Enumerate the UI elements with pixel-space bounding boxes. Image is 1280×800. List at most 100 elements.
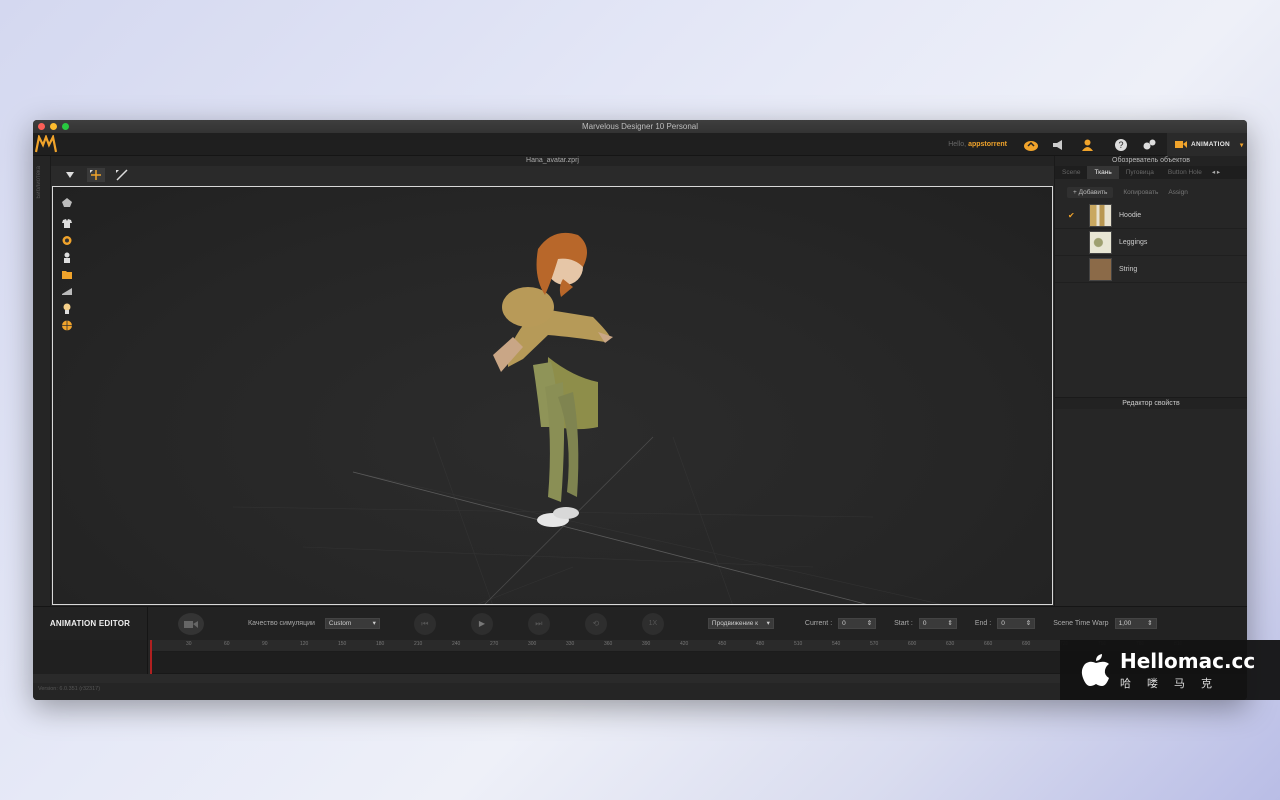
fabric-item-hoodie[interactable]: ✔ Hoodie xyxy=(1055,202,1247,229)
current-label: Current : xyxy=(804,620,833,627)
current-frame-input[interactable]: 0 ⇕ xyxy=(838,618,877,629)
motion-select[interactable]: Продвижение к ▾ xyxy=(707,618,774,629)
object-browser-panel: Обозреватель объектов Scene Ткань Пугови… xyxy=(1054,156,1247,606)
cloud-sync-icon[interactable] xyxy=(1021,135,1041,155)
3d-viewport[interactable] xyxy=(52,186,1053,605)
tab-button[interactable]: Пуговица xyxy=(1119,166,1161,179)
timeline-tick-label: 270 xyxy=(490,641,499,647)
viewport-sidebar xyxy=(59,195,74,332)
scale-tool-icon[interactable] xyxy=(113,168,131,182)
timeline-tick-label: 390 xyxy=(642,641,651,647)
version-label: Version: 6.0.351 (r32317) xyxy=(38,686,101,692)
time-warp-input[interactable]: 1,00 ⇕ xyxy=(1114,618,1157,629)
skip-to-end-button[interactable]: ⏭ xyxy=(527,612,550,635)
fabric-item-string[interactable]: String xyxy=(1055,256,1247,283)
hide-garment-icon[interactable] xyxy=(59,284,74,298)
timeline-tick-label: 600 xyxy=(908,641,917,647)
fabric-item-leggings[interactable]: Leggings xyxy=(1055,229,1247,256)
fold-arrangement-icon[interactable] xyxy=(59,233,74,247)
garment-tool-icon[interactable] xyxy=(59,216,74,230)
title-bar: Marvelous Designer 10 Personal xyxy=(33,120,1247,133)
video-camera-icon xyxy=(1175,141,1187,148)
property-editor-title: Редактор свойств xyxy=(1055,397,1247,409)
timeline-track-list xyxy=(33,640,148,675)
app-window: Marvelous Designer 10 Personal Hello, ap… xyxy=(33,120,1247,700)
chevron-down-icon: ▾ xyxy=(1240,141,1244,149)
fabric-toolbar: + Добавить Копировать Assign xyxy=(1055,182,1247,202)
object-browser-tabs: Scene Ткань Пуговица Button Hole ◂ ▸ xyxy=(1055,166,1247,179)
play-button[interactable]: ▶ xyxy=(470,612,493,635)
start-frame-input[interactable]: 0 ⇕ xyxy=(918,618,957,629)
speed-button[interactable]: 1X xyxy=(641,612,664,635)
user-icon[interactable] xyxy=(1077,135,1097,155)
timeline-tick-label: 570 xyxy=(870,641,879,647)
add-fabric-button[interactable]: + Добавить xyxy=(1067,186,1114,198)
timeline-tick-label: 330 xyxy=(566,641,575,647)
viewport-toolbar xyxy=(51,166,1054,184)
watermark-brand: Hellomac.cc xyxy=(1120,649,1256,673)
timeline-tick-label: 150 xyxy=(338,641,347,647)
quality-select[interactable]: Custom ▾ xyxy=(324,618,380,629)
tab-scroll-arrows[interactable]: ◂ ▸ xyxy=(1209,166,1223,179)
loop-button[interactable]: ⟲ xyxy=(584,612,607,635)
svg-text:?: ? xyxy=(1118,140,1123,150)
import-tool-icon[interactable] xyxy=(61,168,79,182)
avatar-display-icon[interactable] xyxy=(59,301,74,315)
timeline-tick-label: 360 xyxy=(604,641,613,647)
timeline-tick-label: 540 xyxy=(832,641,841,647)
app-logo-icon xyxy=(33,133,59,156)
fabric-thumbnail xyxy=(1089,257,1112,281)
timeline-tick-label: 300 xyxy=(528,641,537,647)
copy-fabric-button[interactable]: Копировать xyxy=(1123,189,1158,196)
timeline-tick-label: 210 xyxy=(414,641,423,647)
notice-icon[interactable] xyxy=(1049,135,1069,155)
window-title: Marvelous Designer 10 Personal xyxy=(581,122,699,131)
timeline-tick-label: 240 xyxy=(452,641,461,647)
end-frame-input[interactable]: 0 ⇕ xyxy=(997,618,1036,629)
assign-fabric-button[interactable]: Assign xyxy=(1168,189,1188,196)
timeline-tick-label: 690 xyxy=(1022,641,1031,647)
record-camera-icon[interactable] xyxy=(178,612,204,635)
animation-editor-title: ANIMATION EDITOR xyxy=(33,607,148,640)
timeline-tick-label: 630 xyxy=(946,641,955,647)
globe-icon[interactable] xyxy=(59,318,74,332)
timeline-tick-label: 480 xyxy=(756,641,765,647)
viewport-scene xyxy=(232,232,942,604)
start-label: Start : xyxy=(894,620,913,627)
skip-to-start-button[interactable]: ⏮ xyxy=(413,612,436,635)
move-tool-icon[interactable] xyxy=(87,168,105,182)
animation-mode-button[interactable]: ANIMATION ▾ xyxy=(1167,133,1247,156)
quality-label: Качество симуляции xyxy=(248,620,315,627)
settings-icon[interactable] xyxy=(1139,135,1159,155)
watermark-sub: 哈喽马克 xyxy=(1120,678,1228,690)
timeline-tick-label: 510 xyxy=(794,641,803,647)
app-toolbar: Hello, appstorrent ? ANIMATION ▾ xyxy=(33,133,1247,156)
tab-scene[interactable]: Scene xyxy=(1055,166,1087,179)
viewport-file-name: Hana_avatar.zprj xyxy=(51,156,1054,166)
tab-fabric[interactable]: Ткань xyxy=(1087,166,1119,179)
avatar-tool-icon[interactable] xyxy=(59,195,74,209)
watermark: Hellomac.cc 哈喽马克 xyxy=(1060,640,1280,700)
avatar-pose-icon[interactable] xyxy=(59,250,74,264)
end-label: End : xyxy=(974,620,992,627)
timeline-tick-label: 450 xyxy=(718,641,727,647)
apple-logo-icon xyxy=(1081,654,1109,686)
object-browser-title: Обозреватель объектов xyxy=(1055,156,1247,166)
timeline-tick-label: 60 xyxy=(224,641,230,647)
username: appstorrent xyxy=(968,141,1007,148)
timeline-tick-label: 420 xyxy=(680,641,689,647)
greeting: Hello, appstorrent xyxy=(948,141,1007,148)
timeline-tick-label: 30 xyxy=(186,641,192,647)
timeline-playhead[interactable] xyxy=(150,640,152,675)
check-icon: ✔ xyxy=(1068,210,1075,220)
timeline-tick-label: 120 xyxy=(300,641,309,647)
fabric-thumbnail xyxy=(1089,203,1112,227)
time-warp-label: Scene Time Warp xyxy=(1053,620,1109,627)
folder-icon[interactable] xyxy=(59,267,74,281)
tab-button-hole[interactable]: Button Hole xyxy=(1161,166,1209,179)
avatar-figure xyxy=(493,232,613,527)
library-strip[interactable]: Библиотека xyxy=(33,156,51,606)
timeline-tick-label: 180 xyxy=(376,641,385,647)
timeline-tick-label: 660 xyxy=(984,641,993,647)
help-icon[interactable]: ? xyxy=(1111,135,1131,155)
